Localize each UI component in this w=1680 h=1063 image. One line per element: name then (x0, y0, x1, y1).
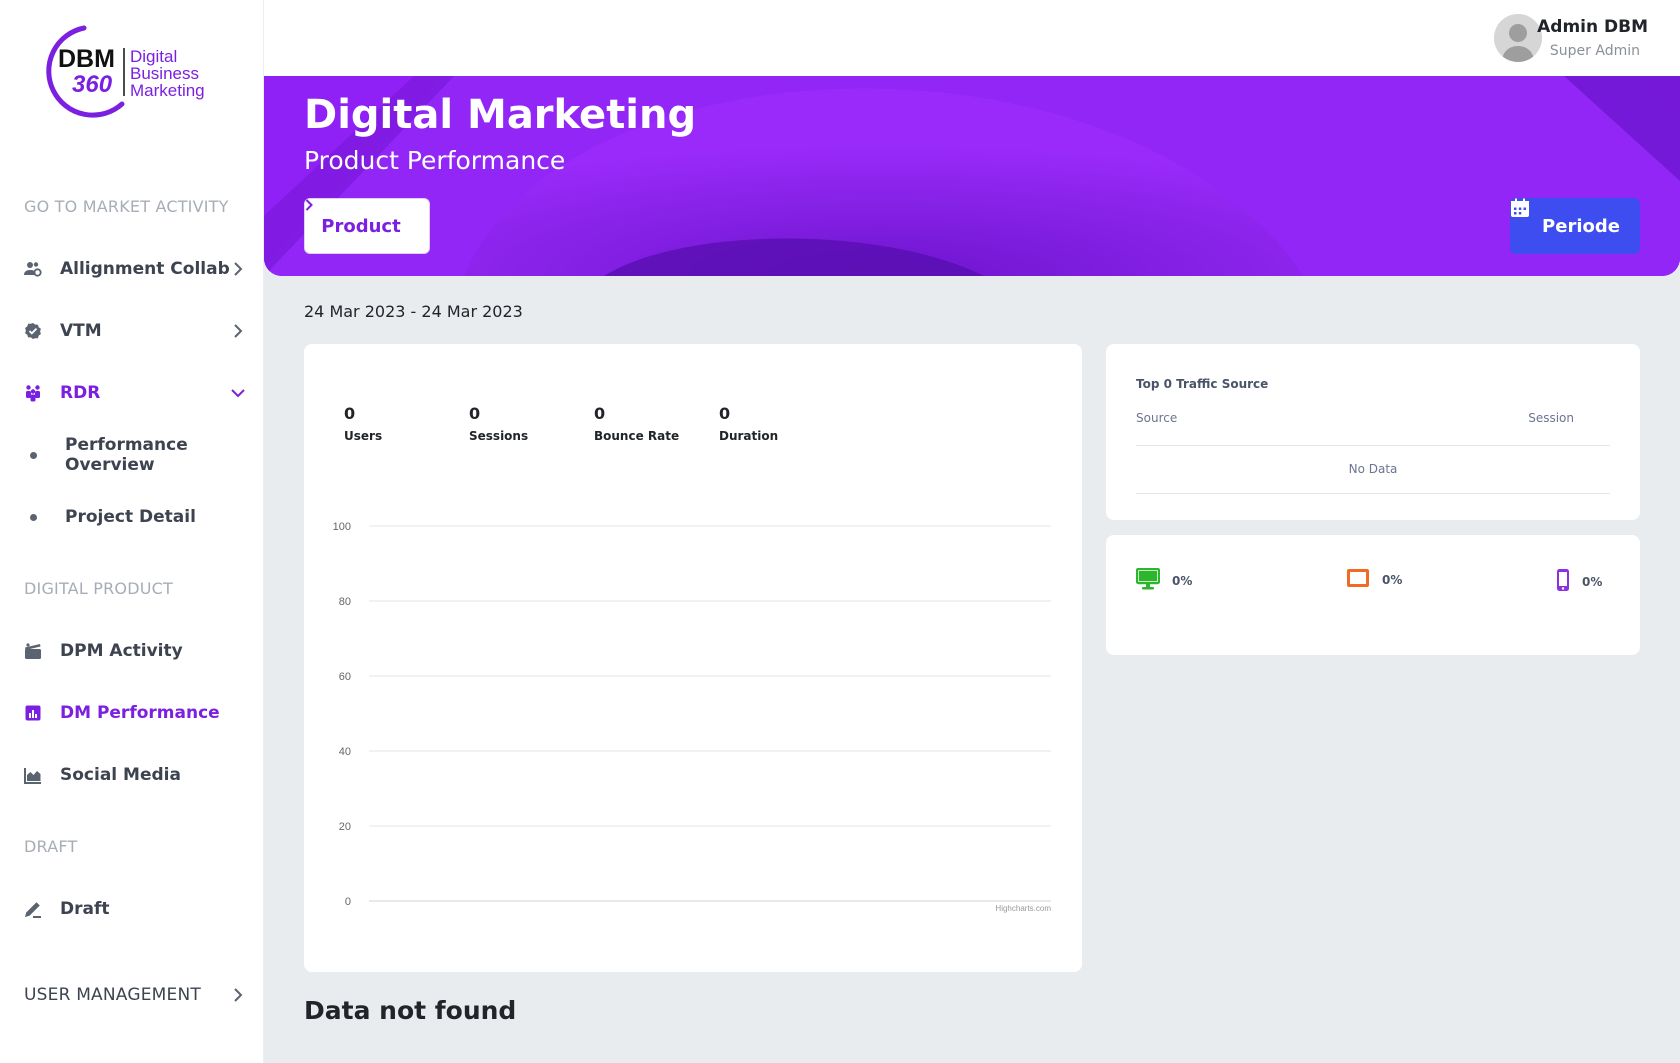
sidebar-item-label: DPM Activity (60, 641, 183, 661)
dbm360-logo[interactable]: DBM 360 Digital Business Marketing (22, 22, 222, 122)
sidebar-item-label: Allignment Collab (60, 259, 230, 279)
traffic-source-title: Top 0 Traffic Source (1136, 377, 1269, 391)
sidebar-item-rdr[interactable]: RDR (24, 373, 246, 413)
data-not-found-heading: Data not found (304, 996, 517, 1025)
y-tick-label: 0 (345, 896, 351, 908)
logo-line-3: Marketing (130, 81, 205, 100)
sidebar-item-label: Social Media (60, 765, 181, 785)
divider (1136, 493, 1610, 494)
people-group-icon (24, 384, 42, 402)
product-button-label: Product (321, 215, 401, 237)
device-percent: 0% (1172, 574, 1193, 588)
logo-360-text: 360 (72, 71, 113, 98)
user-name[interactable]: Admin DBM (1537, 17, 1648, 37)
check-badge-icon (24, 322, 42, 340)
section-title-go-to-market: GO TO MARKET ACTIVITY (24, 197, 229, 216)
device-tablet: 0% (1346, 568, 1402, 592)
bar-chart-square-icon (24, 704, 42, 722)
chevron-right-icon (230, 323, 246, 339)
sidebar-item-label: VTM (60, 321, 102, 341)
sidebar-item-draft[interactable]: Draft (24, 889, 246, 929)
sidebar-item-label: Project Detail (65, 507, 196, 527)
device-percent: 0% (1582, 575, 1603, 589)
sidebar-item-project-detail[interactable]: Project Detail (24, 497, 246, 537)
bullet-icon (30, 451, 37, 459)
sidebar-item-label: DM Performance (60, 703, 220, 723)
y-tick-label: 40 (339, 746, 351, 758)
device-breakdown-card: 0% 0% 0% (1106, 535, 1640, 655)
sidebar-item-label: RDR (60, 383, 101, 403)
topbar: Admin DBM Super Admin (264, 0, 1680, 76)
y-tick-label: 20 (339, 821, 351, 833)
sidebar-item-label: USER MANAGEMENT (24, 985, 201, 1005)
logo-dbm-text: DBM (58, 45, 115, 73)
user-role: Super Admin (1549, 43, 1640, 59)
area-chart-icon (24, 766, 42, 784)
desktop-icon (1135, 567, 1161, 594)
hero-banner: Digital Marketing Product Performance Pr… (264, 76, 1680, 276)
section-title-draft: DRAFT (24, 837, 78, 856)
device-mobile: 0% (1556, 568, 1602, 596)
sidebar: DBM 360 Digital Business Marketing GO TO… (0, 0, 264, 1063)
sidebar-item-social-media[interactable]: Social Media (24, 755, 246, 795)
date-range: 24 Mar 2023 - 24 Mar 2023 (304, 302, 523, 321)
sidebar-item-vtm[interactable]: VTM (24, 311, 246, 351)
device-percent: 0% (1382, 573, 1403, 587)
column-header-source: Source (1136, 411, 1178, 425)
tablet-icon (1346, 568, 1370, 592)
clapperboard-icon (24, 642, 42, 660)
periode-button-label: Periode (1542, 215, 1620, 237)
page-subtitle: Product Performance (304, 146, 566, 175)
traffic-source-card: Top 0 Traffic Source Source Session No D… (1106, 344, 1640, 520)
pen-to-square-icon (24, 900, 42, 918)
users-cog-icon (24, 260, 42, 278)
sidebar-item-label: Performance Overview (65, 435, 188, 475)
line-chart: 100 80 60 40 20 0 Highcharts.com (333, 521, 1052, 913)
product-button[interactable]: Product (304, 198, 430, 254)
sidebar-item-dm-performance[interactable]: DM Performance (24, 693, 246, 733)
sidebar-item-user-management[interactable]: USER MANAGEMENT (24, 975, 246, 1015)
bullet-icon (30, 513, 37, 521)
sidebar-item-dpm-activity[interactable]: DPM Activity (24, 631, 246, 671)
y-tick-label: 100 (333, 521, 351, 533)
sidebar-item-label: Draft (60, 899, 110, 919)
chart-card: 0 Users 0 Sessions 0 Bounce Rate 0 Durat… (304, 344, 1082, 972)
divider (1136, 445, 1610, 446)
chevron-right-icon (230, 987, 246, 1003)
chevron-right-icon (230, 261, 246, 277)
section-title-digital-product: DIGITAL PRODUCT (24, 579, 173, 598)
device-desktop: 0% (1135, 567, 1193, 594)
avatar[interactable] (1494, 14, 1542, 62)
sidebar-item-allignment-collab[interactable]: Allignment Collab (24, 249, 246, 289)
y-tick-label: 60 (339, 671, 351, 683)
sidebar-item-performance-overview[interactable]: Performance Overview (24, 435, 246, 475)
periode-button[interactable]: Periode (1510, 198, 1640, 254)
mobile-icon (1556, 568, 1570, 596)
chart-credit-link[interactable]: Highcharts.com (995, 904, 1051, 913)
column-header-session: Session (1528, 411, 1574, 425)
y-tick-label: 80 (339, 596, 351, 608)
chevron-down-icon (230, 385, 246, 401)
page-title: Digital Marketing (304, 92, 697, 138)
empty-state-text: No Data (1348, 462, 1398, 476)
